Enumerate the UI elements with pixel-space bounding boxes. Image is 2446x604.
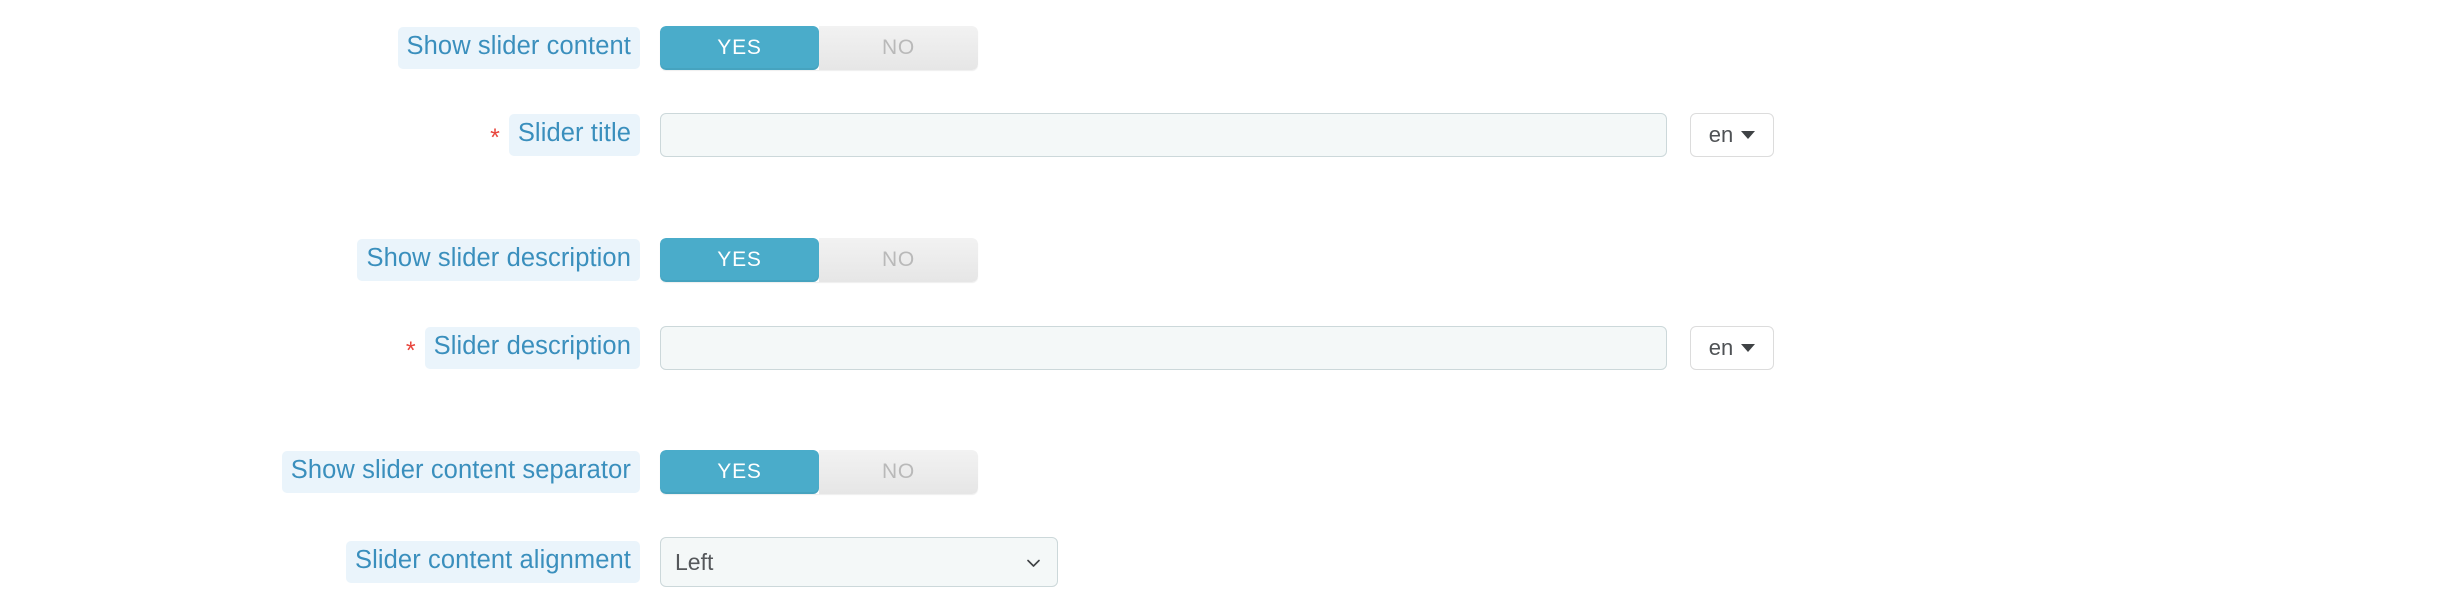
slider-description-input[interactable] bbox=[660, 326, 1667, 370]
form-row-show-slider-content-separator: Show slider content separator YES NO bbox=[0, 450, 978, 494]
control-column: YES NO bbox=[660, 450, 978, 494]
toggle-no-show-slider-description[interactable]: NO bbox=[819, 238, 978, 282]
caret-down-icon bbox=[1741, 131, 1756, 139]
control-column: en bbox=[660, 326, 1774, 370]
toggle-no-show-slider-content-separator[interactable]: NO bbox=[819, 450, 978, 494]
control-column: en bbox=[660, 113, 1774, 157]
label-column: Show slider description bbox=[0, 239, 640, 281]
field-label-slider-title: Slider title bbox=[508, 114, 640, 156]
label-column: * Slider title bbox=[0, 114, 640, 156]
form-row-show-slider-content: Show slider content YES NO bbox=[0, 26, 978, 70]
slider-content-alignment-select[interactable]: LeftCenterRight bbox=[660, 537, 1058, 587]
control-column: LeftCenterRight bbox=[660, 537, 1058, 587]
toggle-show-slider-content[interactable]: YES NO bbox=[660, 26, 978, 70]
toggle-yes-show-slider-description[interactable]: YES bbox=[660, 238, 819, 282]
label-column: Show slider content bbox=[0, 27, 640, 69]
slider-title-input[interactable] bbox=[660, 113, 1667, 157]
toggle-yes-show-slider-content[interactable]: YES bbox=[660, 26, 819, 70]
field-label-show-slider-description: Show slider description bbox=[357, 239, 640, 281]
form-row-slider-content-alignment: Slider content alignment LeftCenterRight bbox=[0, 537, 1058, 587]
field-label-slider-content-alignment: Slider content alignment bbox=[346, 541, 640, 583]
control-column: YES NO bbox=[660, 238, 978, 282]
language-code-label: en bbox=[1708, 335, 1734, 360]
language-code-label: en bbox=[1708, 122, 1734, 147]
toggle-no-show-slider-content[interactable]: NO bbox=[819, 26, 978, 70]
caret-down-icon bbox=[1741, 344, 1756, 352]
field-label-show-slider-content: Show slider content bbox=[397, 27, 640, 69]
language-selector-slider-description[interactable]: en bbox=[1690, 326, 1774, 370]
toggle-show-slider-description[interactable]: YES NO bbox=[660, 238, 978, 282]
field-label-show-slider-content-separator: Show slider content separator bbox=[281, 451, 640, 493]
form-row-show-slider-description: Show slider description YES NO bbox=[0, 238, 978, 282]
slider-content-alignment-select-wrapper: LeftCenterRight bbox=[660, 537, 1058, 587]
toggle-show-slider-content-separator[interactable]: YES NO bbox=[660, 450, 978, 494]
control-column: YES NO bbox=[660, 26, 978, 70]
label-column: Slider content alignment bbox=[0, 541, 640, 583]
form-row-slider-title: * Slider title en bbox=[0, 113, 1774, 157]
form-row-slider-description: * Slider description en bbox=[0, 326, 1774, 370]
label-column: Show slider content separator bbox=[0, 451, 640, 493]
label-column: * Slider description bbox=[0, 327, 640, 369]
required-marker-slider-title: * bbox=[490, 123, 500, 152]
toggle-yes-show-slider-content-separator[interactable]: YES bbox=[660, 450, 819, 494]
slider-settings-form: Show slider content YES NO * Slider titl… bbox=[0, 0, 2446, 604]
language-selector-slider-title[interactable]: en bbox=[1690, 113, 1774, 157]
required-marker-slider-description: * bbox=[405, 336, 416, 365]
field-label-slider-description: Slider description bbox=[424, 327, 640, 369]
